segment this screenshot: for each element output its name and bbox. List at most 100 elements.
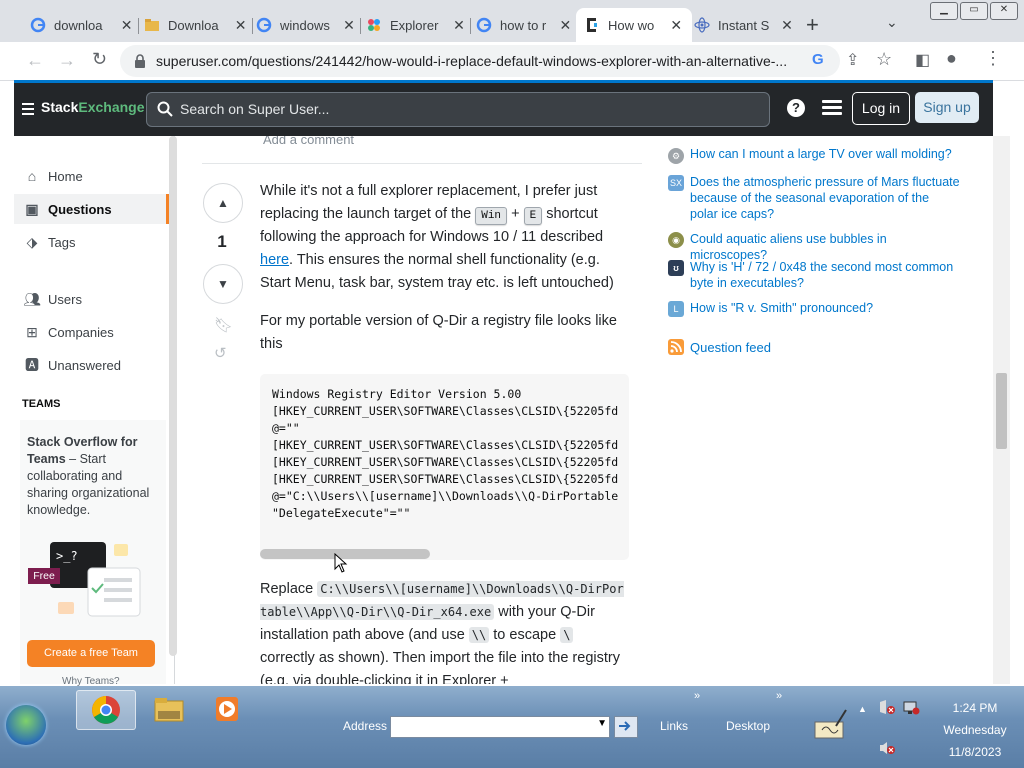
nav-unanswered[interactable]: 🅰︎ Unanswered	[14, 350, 166, 380]
nav-companies[interactable]: ⊞ Companies	[14, 317, 166, 347]
tab-6-active[interactable]: How wo ✕	[576, 8, 692, 42]
back-icon[interactable]: ←	[26, 50, 44, 71]
nav-users[interactable]: 👥︎ Users	[14, 284, 166, 314]
new-tab-icon[interactable]: +	[806, 12, 819, 38]
profile-icon[interactable]: ●	[946, 48, 957, 69]
code-line: @=""	[272, 421, 300, 435]
nav-questions[interactable]: ▣ Questions	[14, 194, 169, 224]
bookmark-icon[interactable]: 🔖︎	[214, 316, 233, 334]
tray-expand-icon[interactable]: ▲	[858, 704, 867, 714]
users-icon: 👥︎	[23, 290, 41, 307]
go-arrow-icon	[619, 721, 631, 731]
nav-tags[interactable]: ⬗ Tags	[14, 227, 166, 257]
code-line: @="C:\\Users\\[username]\\Downloads\\Q-D…	[272, 489, 619, 503]
taskbar-clock[interactable]: 1:24 PM Wednesday 11/8/2023	[930, 697, 1020, 763]
close-icon[interactable]: ✕	[559, 17, 572, 34]
code-block[interactable]: Windows Registry Editor Version 5.00 [HK…	[260, 374, 629, 560]
address-go-button[interactable]	[614, 716, 638, 738]
clock-time: 1:24 PM	[952, 701, 998, 715]
nav-home-label: Home	[48, 168, 83, 184]
hot-question-5[interactable]: How is "R v. Smith" pronounced?	[690, 300, 960, 316]
taskbar-chrome[interactable]	[76, 690, 136, 730]
action-center-icon[interactable]	[878, 700, 896, 716]
upvote-button[interactable]: ▲	[203, 183, 243, 223]
nav-unanswered-label: Unanswered	[48, 357, 121, 373]
tab-1-label: downloa	[54, 17, 103, 33]
share-icon[interactable]: ⇪	[846, 50, 859, 70]
site-menu-icon[interactable]	[822, 100, 842, 115]
question-feed-link[interactable]: Question feed	[690, 340, 771, 355]
add-comment-link[interactable]: Add a comment	[263, 136, 354, 147]
left-sidebar: ⌂ Home ▣ Questions ⬗ Tags 👥︎ Users ⊞ Companie…	[14, 136, 177, 687]
answer-paragraph-1: While it's not a full explorer replaceme…	[260, 180, 630, 295]
chevron-desktop-icon[interactable]: »	[776, 690, 782, 702]
p3-text-a: Replace	[260, 581, 318, 597]
tab-3[interactable]: windows ✕	[256, 8, 356, 42]
omnibox[interactable]: superuser.com/questions/241442/how-would…	[120, 45, 840, 77]
volume-muted-icon[interactable]	[878, 740, 896, 756]
site-search-input[interactable]: Search on Super User...	[146, 92, 770, 127]
close-icon[interactable]: ✕	[119, 17, 134, 34]
google-lens-icon[interactable]: G	[812, 51, 824, 68]
forward-icon[interactable]: →	[58, 50, 76, 71]
bookmark-star-icon[interactable]: ☆	[876, 49, 892, 70]
site-switcher-icon[interactable]	[22, 103, 34, 115]
svg-text:>_?: >_?	[56, 549, 78, 563]
close-window-icon[interactable]: ✕	[990, 2, 1018, 20]
history-icon[interactable]: ↺	[214, 344, 227, 362]
nav-companies-label: Companies	[48, 324, 114, 340]
tab-2[interactable]: Downloa ✕	[144, 8, 248, 42]
nav-questions-label: Questions	[48, 201, 112, 217]
start-button[interactable]	[6, 705, 46, 745]
taskbar-explorer[interactable]	[140, 690, 198, 728]
maximize-icon[interactable]: ▭	[960, 2, 988, 20]
page-scrollbar-thumb[interactable]	[996, 373, 1007, 449]
hot-question-1[interactable]: How can I mount a large TV over wall mol…	[690, 146, 960, 162]
p3-text-c: to escape	[489, 627, 561, 643]
downvote-button[interactable]: ▼	[203, 264, 243, 304]
tab-1[interactable]: downloa ✕	[30, 8, 134, 42]
nav-home[interactable]: ⌂ Home	[14, 161, 166, 191]
space-icon: SX	[668, 175, 684, 191]
close-icon[interactable]: ✕	[780, 17, 794, 34]
here-link[interactable]: here	[260, 252, 289, 268]
close-icon[interactable]: ✕	[668, 17, 684, 34]
hot-question-4[interactable]: Why is 'H' / 72 / 0x48 the second most c…	[690, 259, 960, 291]
minimize-icon[interactable]: ▁	[930, 2, 958, 20]
show-desktop-icon[interactable]	[812, 708, 848, 742]
dropdown-arrow-icon[interactable]: ▼	[597, 718, 607, 729]
code-line: [HKEY_CURRENT_USER\SOFTWARE\Classes\CLSI…	[272, 438, 619, 452]
taskbar-links-toolbar[interactable]: Links	[660, 719, 688, 733]
lock-icon[interactable]	[134, 54, 146, 68]
taskbar-address-input[interactable]: ▼	[390, 716, 610, 738]
stackexchange-logo[interactable]: StackExchange	[41, 99, 145, 115]
code-line: Windows Registry Editor Version 5.00	[272, 387, 522, 401]
code-line: [HKEY_CURRENT_USER\SOFTWARE\Classes\CLSI…	[272, 404, 619, 418]
menu-kebab-icon[interactable]: ⋮	[984, 48, 1002, 69]
close-icon[interactable]: ✕	[233, 17, 248, 34]
close-icon[interactable]: ✕	[452, 17, 466, 34]
signup-button[interactable]: Sign up	[915, 92, 979, 123]
chevron-links-icon[interactable]: »	[694, 690, 700, 702]
teams-promo-text: Stack Overflow for Teams – Start collabo…	[27, 434, 163, 519]
create-team-button[interactable]: Create a free Team	[27, 640, 155, 667]
taskbar-media-player[interactable]	[198, 690, 256, 728]
taskbar-desktop-toolbar[interactable]: Desktop	[726, 719, 770, 733]
network-icon[interactable]	[902, 700, 920, 716]
close-icon[interactable]: ✕	[342, 17, 356, 34]
pinwheel-icon	[368, 19, 380, 31]
logo-part-1: Stack	[41, 99, 79, 115]
login-button[interactable]: Log in	[852, 92, 910, 125]
help-icon[interactable]: ?	[787, 99, 805, 117]
hot-question-2[interactable]: Does the atmospheric pressure of Mars fl…	[690, 174, 960, 222]
home-icon: ⌂	[27, 168, 37, 184]
vote-count: 1	[217, 232, 227, 251]
reload-icon[interactable]: ↻	[92, 49, 107, 70]
unanswered-icon: 🅰︎	[25, 357, 39, 373]
side-panel-icon[interactable]: ◧	[915, 50, 930, 70]
tab-5[interactable]: how to r ✕	[476, 8, 572, 42]
tab-4[interactable]: Explorer ✕	[366, 8, 466, 42]
tab-7[interactable]: Instant S ✕	[694, 8, 794, 42]
google-icon	[30, 17, 46, 33]
tab-search-icon[interactable]: ⌄	[886, 14, 898, 31]
